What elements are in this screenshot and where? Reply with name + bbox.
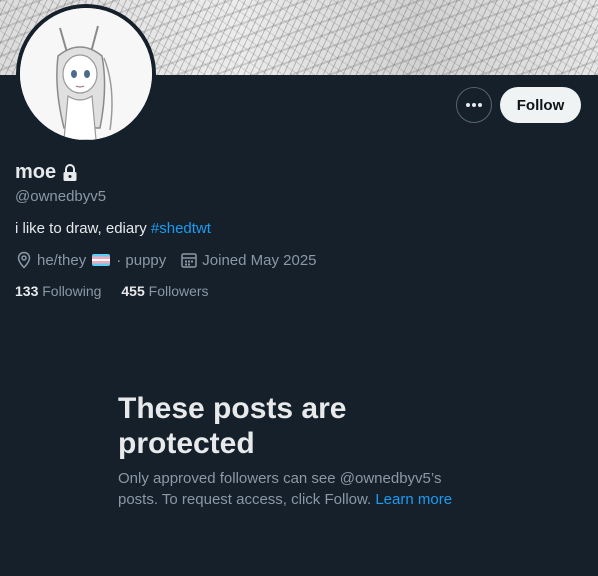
hashtag-link[interactable]: #shedtwt (151, 220, 211, 237)
bio: i like to draw, ediary #shedtwt (15, 220, 211, 237)
avatar-frame (16, 4, 156, 144)
follow-stats: 133 Following 455 Followers (15, 283, 209, 299)
protected-title: These posts are protected (118, 392, 347, 460)
followers-link[interactable]: 455 Followers (121, 283, 208, 299)
location-text-suffix: · puppy (116, 251, 167, 269)
protected-message: Only approved followers can see @ownedby… (118, 468, 470, 510)
joined-date: Joined May 2025 (202, 251, 317, 269)
avatar-drawing (20, 8, 152, 140)
followers-label: Followers (148, 283, 209, 299)
avatar[interactable] (20, 8, 152, 140)
profile-meta: he/they · puppy Joined May 2025 (15, 251, 317, 269)
bio-text: i like to draw, ediary (15, 220, 151, 237)
calendar-icon (181, 253, 198, 268)
location-text: he/they (37, 251, 87, 269)
follow-button-label: Follow (516, 96, 565, 114)
location-icon (17, 251, 31, 269)
display-name: moe (15, 161, 57, 183)
following-count: 133 (15, 283, 39, 299)
location-item: he/they · puppy (15, 251, 166, 269)
follow-button[interactable]: Follow (500, 87, 581, 123)
followers-count: 455 (121, 283, 145, 299)
following-link[interactable]: 133 Following (15, 283, 101, 299)
joined-item: Joined May 2025 (180, 251, 317, 269)
user-handle: @ownedbyv5 (15, 188, 107, 205)
learn-more-link[interactable]: Learn more (375, 491, 452, 508)
trans-flag-icon (92, 254, 111, 266)
following-label: Following (42, 283, 102, 299)
more-icon (466, 103, 482, 107)
display-name-row: moe (15, 161, 78, 184)
more-options-button[interactable] (456, 87, 492, 123)
lock-icon (63, 163, 77, 181)
